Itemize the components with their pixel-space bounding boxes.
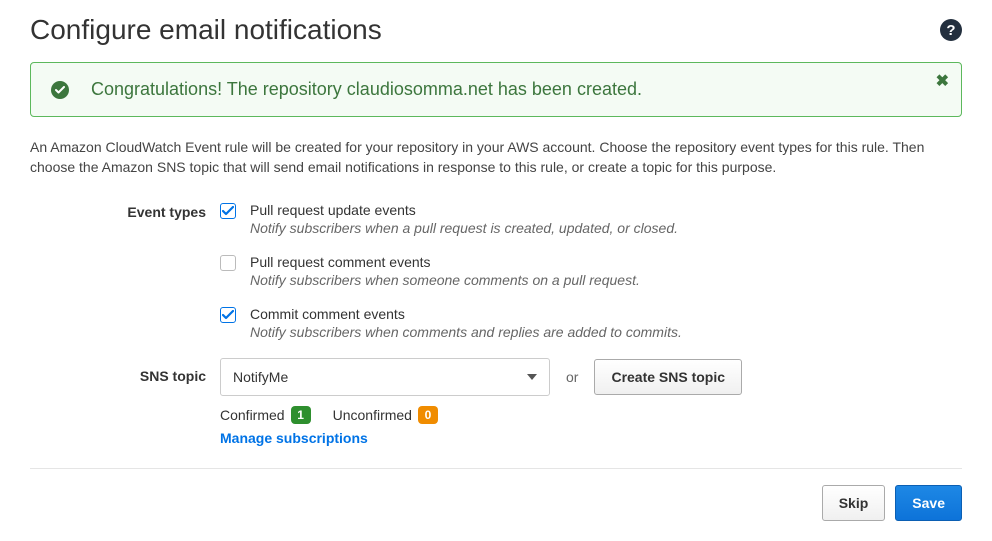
check-circle-icon — [51, 81, 69, 99]
unconfirmed-count-badge: 0 — [418, 406, 438, 424]
chevron-down-icon — [527, 374, 537, 380]
event-type-desc: Notify subscribers when a pull request i… — [250, 220, 678, 236]
event-type-desc: Notify subscribers when comments and rep… — [250, 324, 682, 340]
sns-topic-label: SNS topic — [30, 358, 220, 446]
help-icon[interactable]: ? — [940, 19, 962, 41]
success-alert: Congratulations! The repository claudios… — [30, 62, 962, 117]
event-types-label: Event types — [30, 202, 220, 340]
event-type-desc: Notify subscribers when someone comments… — [250, 272, 640, 288]
event-type-title: Pull request comment events — [250, 254, 640, 270]
save-button[interactable]: Save — [895, 485, 962, 521]
alert-message: Congratulations! The repository claudios… — [91, 79, 642, 100]
page-title: Configure email notifications — [30, 14, 382, 46]
confirmed-label: Confirmed — [220, 407, 285, 423]
or-separator: or — [566, 369, 578, 385]
sns-topic-select[interactable]: NotifyMe — [220, 358, 550, 396]
confirmed-count-badge: 1 — [291, 406, 311, 424]
event-type-title: Commit comment events — [250, 306, 682, 322]
event-types-list: Pull request update events Notify subscr… — [220, 202, 962, 340]
manage-subscriptions-link[interactable]: Manage subscriptions — [220, 430, 962, 446]
checkbox-pull-request-comment[interactable] — [220, 255, 236, 271]
checkbox-commit-comment[interactable] — [220, 307, 236, 323]
unconfirmed-label: Unconfirmed — [333, 407, 412, 423]
skip-button[interactable]: Skip — [822, 485, 886, 521]
sns-topic-value: NotifyMe — [233, 369, 288, 385]
event-type-title: Pull request update events — [250, 202, 678, 218]
create-sns-topic-button[interactable]: Create SNS topic — [594, 359, 742, 395]
close-icon[interactable]: ✖ — [936, 71, 949, 91]
divider — [30, 468, 962, 469]
page-description: An Amazon CloudWatch Event rule will be … — [30, 137, 962, 178]
checkbox-pull-request-update[interactable] — [220, 203, 236, 219]
